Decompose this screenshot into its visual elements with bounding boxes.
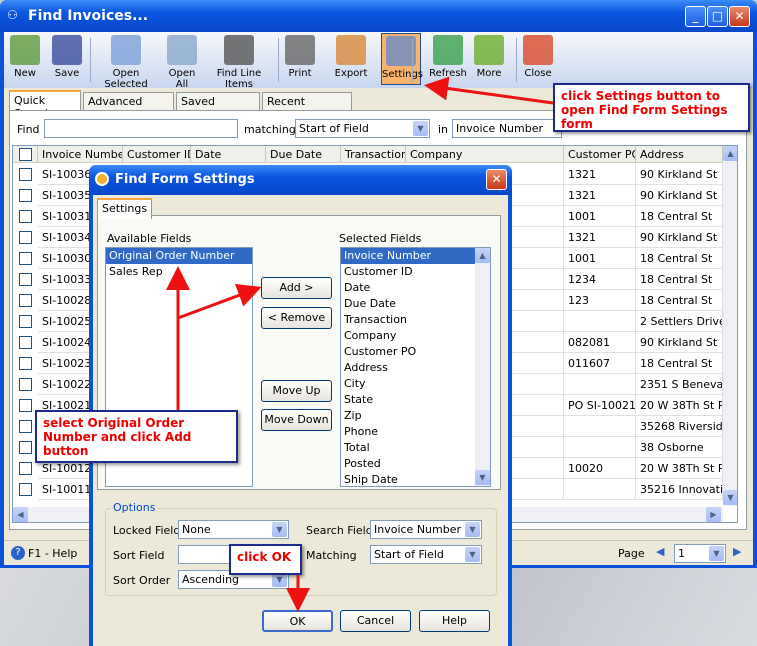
arrow-to-add [177,284,262,320]
annotation-arrows [166,76,554,612]
arrow-to-settings [424,76,554,105]
